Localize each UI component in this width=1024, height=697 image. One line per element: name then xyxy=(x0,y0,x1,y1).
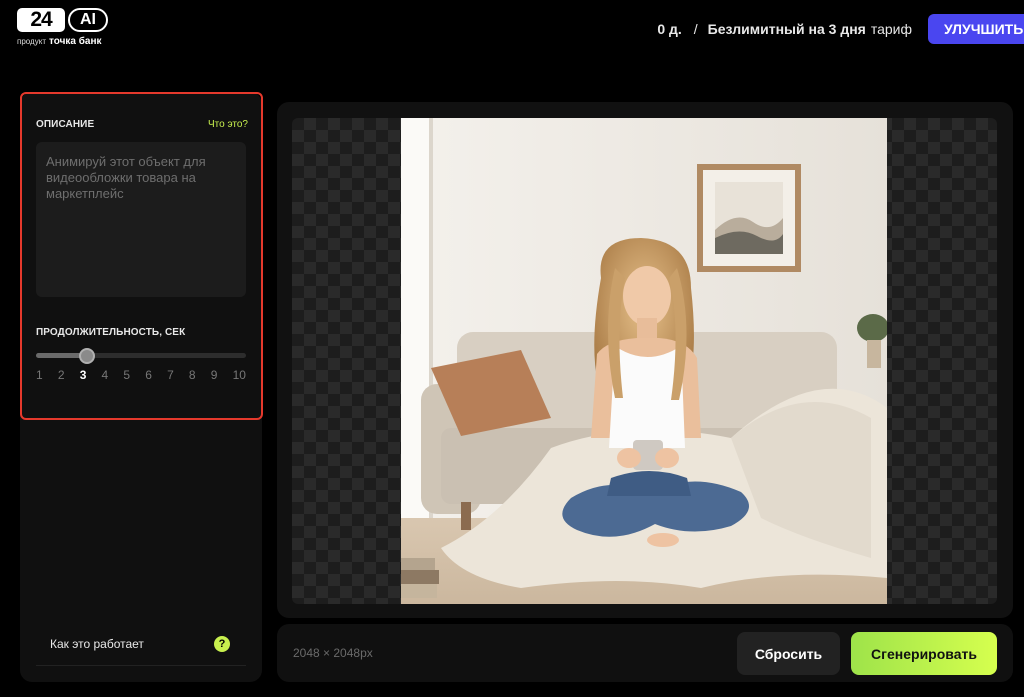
duration-tick[interactable]: 8 xyxy=(189,368,196,382)
duration-tick[interactable]: 1 xyxy=(36,368,43,382)
duration-tick[interactable]: 5 xyxy=(123,368,130,382)
logo-sub-brand: точка банк xyxy=(48,36,102,47)
duration-tick[interactable]: 9 xyxy=(211,368,218,382)
plan-name: Безлимитный на 3 дня xyxy=(707,21,866,37)
duration-tick[interactable]: 10 xyxy=(233,368,246,382)
duration-slider-track[interactable] xyxy=(36,353,246,358)
credits-balance: 0 д. xyxy=(657,21,682,37)
duration-tick[interactable]: 4 xyxy=(102,368,109,382)
how-it-works-label: Как это работает xyxy=(50,637,144,651)
upgrade-button[interactable]: УЛУЧШИТЬ xyxy=(928,14,1024,44)
description-label: ОПИСАНИЕ xyxy=(36,119,95,130)
help-icon[interactable]: ? xyxy=(214,636,230,652)
duration-tick[interactable]: 3 xyxy=(80,368,87,382)
logo-sub-prefix: продукт xyxy=(17,37,46,46)
duration-label: ПРОДОЛЖИТЕЛЬНОСТЬ, СЕК xyxy=(36,327,186,338)
duration-tick[interactable]: 6 xyxy=(145,368,152,382)
description-input[interactable] xyxy=(36,142,246,297)
logo-24-mark: 24 xyxy=(17,8,65,32)
woman-on-sofa-with-mug-icon xyxy=(401,118,887,604)
header-separator: / xyxy=(693,21,698,37)
preview-image xyxy=(401,118,887,604)
duration-slider-thumb[interactable] xyxy=(78,348,95,364)
header-account-info: 0 д. / Безлимитный на 3 дня тариф УЛУЧШИ… xyxy=(657,14,1024,44)
generate-button[interactable]: Сгенерировать xyxy=(851,632,997,675)
plan-tariff-label: тариф xyxy=(870,21,912,37)
image-size-label: 2048 × 2048px xyxy=(293,646,373,660)
logo-subtitle: продукт точка банк xyxy=(17,36,108,47)
logo-ai-badge: AI xyxy=(68,8,108,32)
duration-ticks: 1 2 3 4 5 6 7 8 9 10 xyxy=(36,368,246,382)
reset-button[interactable]: Сбросить xyxy=(737,632,840,675)
duration-tick[interactable]: 2 xyxy=(58,368,65,382)
what-is-it-link[interactable]: Что это? xyxy=(208,119,248,130)
logo[interactable]: 24 AI продукт точка банк xyxy=(17,8,108,47)
duration-tick[interactable]: 7 xyxy=(167,368,174,382)
how-it-works-row[interactable]: Как это работает ? xyxy=(36,626,246,666)
